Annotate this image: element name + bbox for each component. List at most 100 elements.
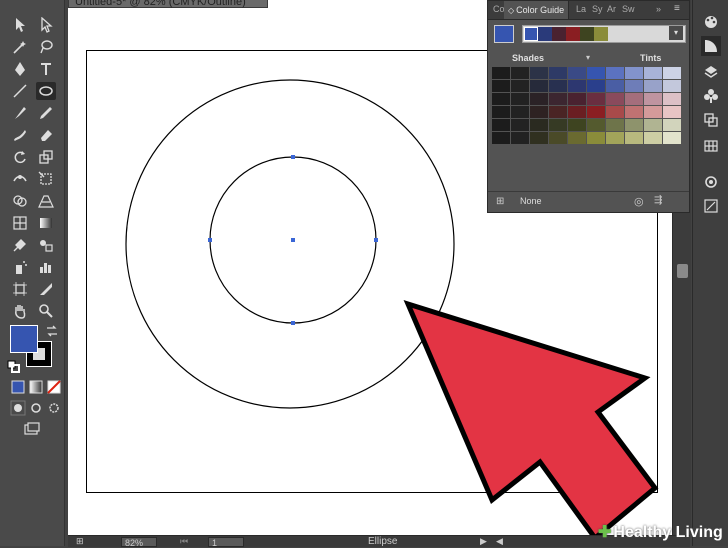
color-variation-swatch[interactable] [530, 106, 548, 118]
blend-tool-icon[interactable] [36, 236, 56, 254]
none-mode-icon[interactable] [44, 378, 64, 396]
color-variation-swatch[interactable] [511, 119, 529, 131]
shape-builder-tool-icon[interactable] [10, 192, 30, 210]
lasso-tool-icon[interactable] [36, 38, 56, 56]
color-variation-swatch[interactable] [606, 93, 624, 105]
color-variation-swatch[interactable] [587, 80, 605, 92]
pen-tool-icon[interactable] [10, 60, 30, 78]
color-variation-swatch[interactable] [568, 93, 586, 105]
harmony-rules-strip[interactable]: ▾ [522, 25, 686, 43]
width-tool-icon[interactable] [10, 170, 30, 188]
perspective-grid-tool-icon[interactable] [36, 192, 56, 210]
variation-menu-icon[interactable]: ▾ [586, 53, 590, 62]
color-variation-swatch[interactable] [663, 132, 681, 144]
color-variation-swatch[interactable] [644, 80, 662, 92]
draw-behind-icon[interactable] [26, 399, 46, 417]
color-variation-swatch[interactable] [606, 132, 624, 144]
harmony-swatch[interactable] [538, 27, 552, 41]
color-variation-swatch[interactable] [644, 119, 662, 131]
column-graph-tool-icon[interactable] [36, 258, 56, 276]
default-fill-stroke-icon[interactable] [4, 358, 24, 376]
ellipse-tool-icon[interactable] [36, 82, 56, 100]
color-variation-swatch[interactable] [568, 67, 586, 79]
base-color-swatch[interactable] [494, 25, 514, 43]
blob-brush-tool-icon[interactable] [10, 126, 30, 144]
rotate-tool-icon[interactable] [10, 148, 30, 166]
gradient-tool-icon[interactable] [36, 214, 56, 232]
free-transform-tool-icon[interactable] [36, 170, 56, 188]
color-variation-swatch[interactable] [530, 119, 548, 131]
harmony-dropdown-icon[interactable]: ▾ [669, 26, 683, 40]
document-tab[interactable]: Untitled-5* @ 82% (CMYK/Outline) [68, 0, 268, 8]
color-variation-swatch[interactable] [549, 132, 567, 144]
harmony-swatch[interactable] [524, 27, 538, 41]
appearance-icon[interactable] [701, 172, 721, 192]
color-variation-swatch[interactable] [587, 93, 605, 105]
magic-wand-tool-icon[interactable] [10, 38, 30, 56]
color-variation-swatch[interactable] [625, 93, 643, 105]
scrollbar-thumb[interactable] [677, 264, 688, 278]
color-variation-swatch[interactable] [511, 67, 529, 79]
color-variation-swatch[interactable] [549, 106, 567, 118]
swatch-library-icon[interactable]: ⊞ [496, 196, 504, 207]
color-mode-icon[interactable] [8, 378, 28, 396]
color-variation-swatch[interactable] [511, 132, 529, 144]
color-variation-swatch[interactable] [492, 80, 510, 92]
tab-swatches[interactable]: Sw [622, 4, 635, 14]
color-variation-swatch[interactable] [530, 132, 548, 144]
color-variation-swatch[interactable] [606, 80, 624, 92]
color-variation-swatch[interactable] [625, 132, 643, 144]
transparency-icon[interactable] [701, 196, 721, 216]
scale-tool-icon[interactable] [36, 148, 56, 166]
slice-tool-icon[interactable] [36, 280, 56, 298]
pencil-tool-icon[interactable] [36, 104, 56, 122]
color-variation-swatch[interactable] [549, 80, 567, 92]
color-variation-swatch[interactable] [663, 106, 681, 118]
color-variation-swatch[interactable] [530, 80, 548, 92]
color-variation-swatch[interactable] [606, 106, 624, 118]
color-panel-icon[interactable] [701, 12, 721, 32]
color-variation-swatch[interactable] [663, 93, 681, 105]
color-variation-swatch[interactable] [606, 67, 624, 79]
harmony-swatch[interactable] [580, 27, 594, 41]
color-variation-swatch[interactable] [530, 93, 548, 105]
color-variation-swatch[interactable] [644, 132, 662, 144]
tab-artboards[interactable]: Ar [607, 4, 616, 14]
color-variation-swatch[interactable] [549, 67, 567, 79]
color-variation-swatch[interactable] [663, 80, 681, 92]
edit-colors-icon[interactable]: ◎ [634, 195, 644, 208]
harmony-swatch[interactable] [594, 27, 608, 41]
hscroll-left-icon[interactable]: ◀ [496, 536, 503, 547]
status-arrow-icon[interactable]: ▶ [480, 536, 487, 547]
draw-normal-icon[interactable] [8, 399, 28, 417]
color-variation-swatch[interactable] [549, 93, 567, 105]
eyedropper-tool-icon[interactable] [10, 236, 30, 254]
color-variation-swatch[interactable] [511, 80, 529, 92]
color-variation-swatch[interactable] [568, 119, 586, 131]
tab-color[interactable]: Co [493, 4, 505, 14]
color-variation-swatch[interactable] [606, 119, 624, 131]
first-artboard-icon[interactable]: ⏮ [180, 536, 188, 547]
type-tool-icon[interactable] [36, 60, 56, 78]
color-variation-swatch[interactable] [644, 93, 662, 105]
swatches-icon[interactable] [701, 136, 721, 156]
save-group-icon[interactable]: ⇶ [654, 195, 662, 206]
color-variation-swatch[interactable] [492, 132, 510, 144]
symbol-sprayer-tool-icon[interactable] [10, 258, 30, 276]
color-variation-swatch[interactable] [492, 93, 510, 105]
layers-icon[interactable] [701, 62, 721, 82]
color-variation-swatch[interactable] [511, 106, 529, 118]
tab-color-guide[interactable]: ◇ Color Guide [504, 1, 570, 19]
color-variation-swatch[interactable] [492, 106, 510, 118]
color-variation-swatch[interactable] [549, 119, 567, 131]
draw-inside-icon[interactable] [44, 399, 64, 417]
color-variation-swatch[interactable] [511, 93, 529, 105]
artboard-tool-icon[interactable] [10, 280, 30, 298]
color-variation-swatch[interactable] [492, 67, 510, 79]
color-variation-swatch[interactable] [587, 106, 605, 118]
panel-expand-icon[interactable]: » [656, 4, 661, 14]
color-variation-swatch[interactable] [625, 119, 643, 131]
panel-menu-icon[interactable]: ≡ [674, 3, 680, 14]
color-variation-swatch[interactable] [625, 67, 643, 79]
tab-layers[interactable]: La [576, 4, 586, 14]
